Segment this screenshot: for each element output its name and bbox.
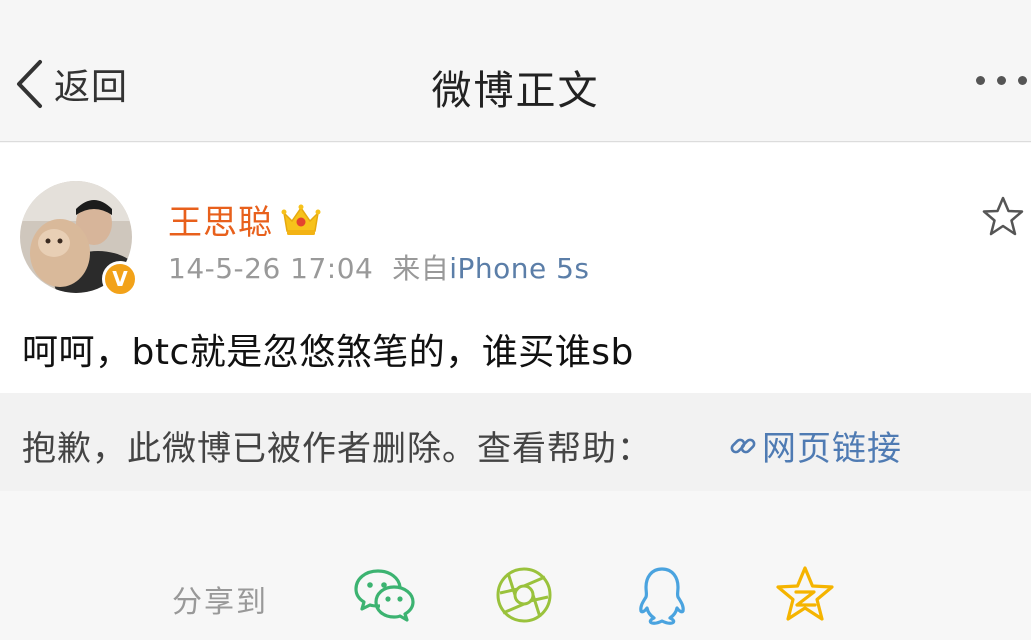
avatar[interactable]: V: [20, 181, 138, 297]
verified-badge-icon: V: [102, 261, 138, 297]
deleted-repost-notice: 抱歉，此微博已被作者删除。查看帮助： 网页链接: [0, 393, 1031, 491]
nav-bar: 返回 微博正文: [0, 0, 1031, 142]
post-source[interactable]: iPhone 5s: [449, 252, 589, 285]
page-title: 微博正文: [431, 68, 600, 114]
more-dot-icon: [1018, 76, 1027, 85]
post-timestamp: 14-5-26 17:04: [168, 252, 374, 285]
link-icon: [730, 438, 756, 453]
share-label: 分享到: [172, 585, 268, 620]
crown-icon: [281, 204, 321, 235]
share-bar: 分享到: [0, 491, 1031, 640]
moments-icon[interactable]: [494, 565, 554, 625]
more-dot-icon: [997, 76, 1006, 85]
username[interactable]: 王思聪: [168, 195, 273, 244]
username-row: 王思聪: [168, 195, 321, 244]
post-card: V 王思聪 14-5-26 17:04 来自iPhone 5s 呵呵，btc就是…: [0, 143, 1031, 393]
web-link[interactable]: 网页链接: [728, 421, 902, 470]
post-meta: 14-5-26 17:04 来自iPhone 5s: [168, 247, 590, 287]
notice-text: 抱歉，此微博已被作者删除。查看帮助：: [22, 429, 652, 469]
qzone-icon[interactable]: [774, 565, 836, 625]
more-options-button[interactable]: [976, 76, 1027, 85]
web-link-label: 网页链接: [762, 429, 902, 469]
qq-icon[interactable]: [636, 565, 688, 627]
wechat-icon[interactable]: [352, 565, 418, 625]
source-prefix: 来自: [392, 252, 450, 285]
more-dot-icon: [976, 76, 985, 85]
star-icon[interactable]: [981, 195, 1025, 239]
post-text: 呵呵，btc就是忽悠煞笔的，谁买谁sb: [22, 332, 634, 373]
